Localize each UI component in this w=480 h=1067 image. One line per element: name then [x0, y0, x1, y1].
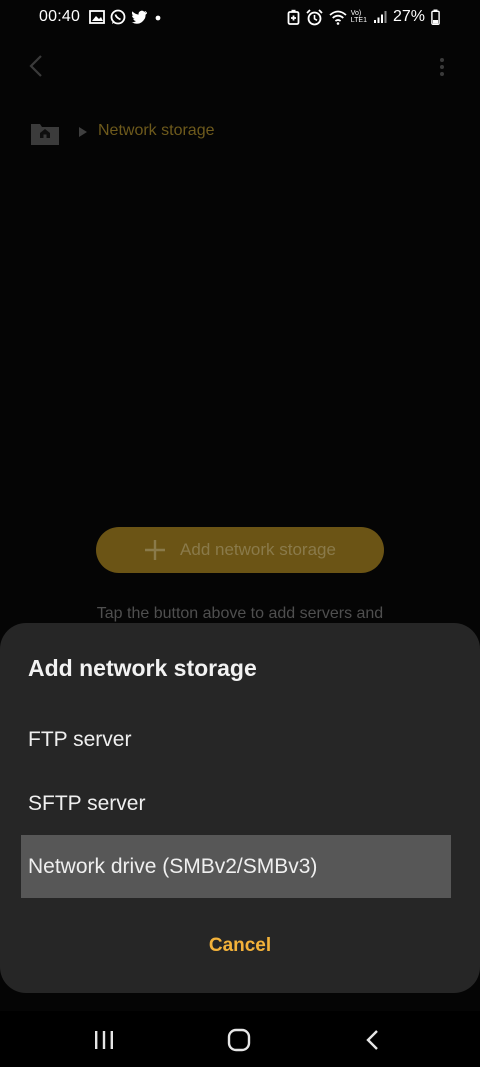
back-arrow-icon[interactable]: [24, 52, 48, 80]
battery-percent: 27%: [392, 8, 425, 25]
empty-state-hint: Tap the button above to add servers and: [96, 605, 384, 622]
add-network-storage-sheet: Add network storage FTP server SFTP serv…: [0, 623, 480, 993]
screen: 00:40 Vo) LTE1 27% Network storage Add n…: [0, 0, 480, 1067]
breadcrumb-network-storage[interactable]: Network storage: [98, 122, 215, 140]
gallery-icon: [89, 10, 105, 24]
back-icon[interactable]: [364, 1028, 382, 1052]
sheet-title: Add network storage: [28, 655, 257, 681]
network-label-bottom: LTE1: [350, 17, 367, 24]
signal-icon: [373, 11, 387, 23]
battery-saver-icon: [287, 9, 300, 25]
battery-icon: [431, 9, 440, 25]
add-network-storage-button[interactable]: Add network storage: [96, 527, 384, 573]
twitter-icon: [131, 10, 147, 24]
status-left-icons: [89, 9, 163, 25]
add-network-storage-label: Add network storage: [180, 540, 336, 559]
wifi-icon: [329, 10, 347, 25]
more-options-icon[interactable]: [430, 54, 454, 82]
option-sftp-server[interactable]: SFTP server: [21, 772, 451, 835]
option-ftp-server[interactable]: FTP server: [21, 708, 451, 771]
network-label-top: Vo): [350, 10, 362, 17]
network-type-label: Vo) LTE1: [351, 10, 367, 24]
status-right-icons: Vo) LTE1 27%: [287, 8, 440, 26]
home-icon[interactable]: [226, 1027, 252, 1053]
cancel-button[interactable]: Cancel: [0, 935, 480, 957]
status-time: 00:40: [39, 8, 81, 25]
plus-icon: [145, 540, 166, 560]
recent-apps-icon[interactable]: [92, 1029, 116, 1051]
option-network-drive[interactable]: Network drive (SMBv2/SMBv3): [21, 835, 451, 898]
dot-icon: [155, 15, 161, 21]
home-folder-icon[interactable]: [30, 120, 60, 146]
alarm-icon: [306, 8, 323, 25]
breadcrumb-arrow-icon: [79, 127, 87, 137]
status-bar: 00:40 Vo) LTE1 27%: [0, 0, 480, 36]
navigation-bar: [0, 1011, 480, 1067]
whatsapp-icon: [110, 9, 126, 25]
